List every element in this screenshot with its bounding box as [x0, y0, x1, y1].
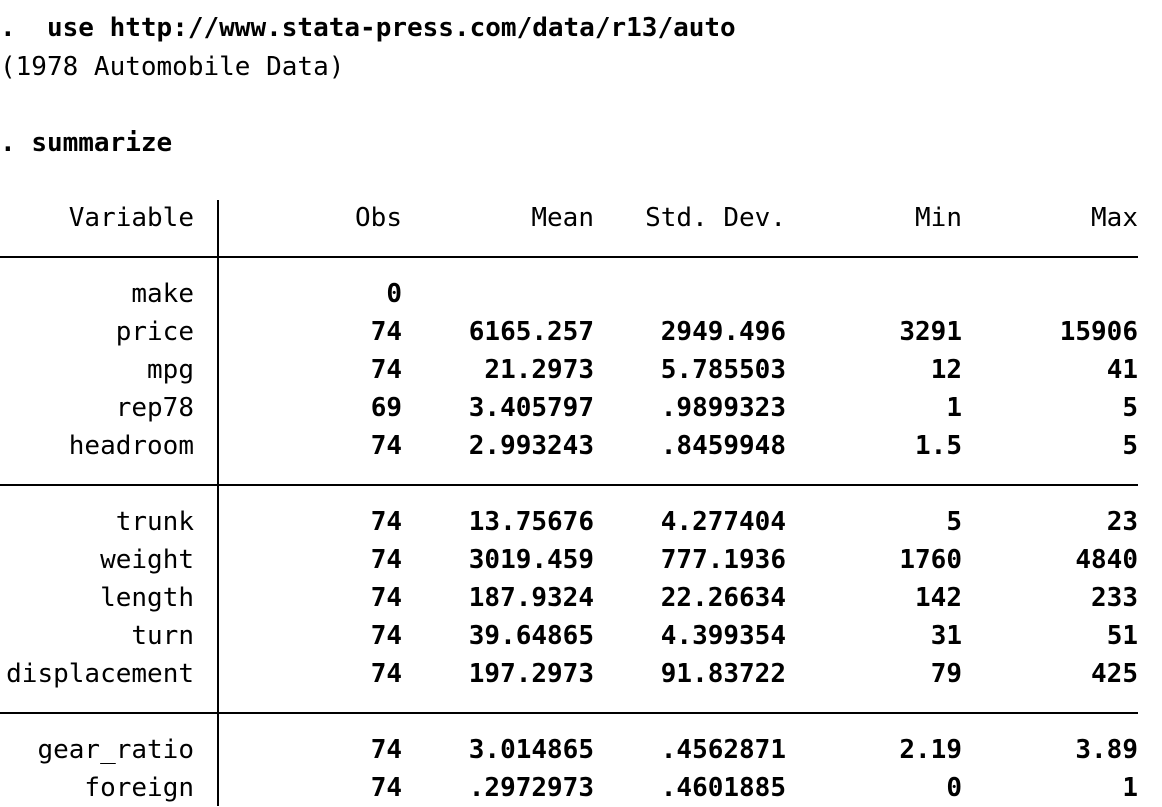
cell-min: 1760: [899, 545, 962, 575]
cell-mean: 2.993243: [468, 431, 594, 461]
command-prompt: .: [0, 13, 16, 43]
cell-obs: 74: [370, 507, 402, 537]
cell-variable: price: [115, 317, 194, 347]
cell-max: 233: [1091, 583, 1138, 613]
column-divider: [217, 200, 219, 806]
header-obs: Obs: [355, 203, 402, 233]
cell-mean: 187.9324: [468, 583, 594, 613]
cell-variable: make: [131, 279, 194, 309]
cell-obs: 74: [370, 621, 402, 651]
command-text: summarize: [31, 128, 173, 158]
group-rule: [0, 484, 1138, 486]
cell-min: 2.19: [899, 735, 962, 765]
cell-min: 142: [915, 583, 962, 613]
cell-mean: 3.405797: [468, 393, 594, 423]
header-min: Min: [915, 203, 962, 233]
cell-std-dev: 777.1936: [660, 545, 786, 575]
cell-variable: headroom: [68, 431, 194, 461]
cell-std-dev: 91.83722: [660, 659, 786, 689]
header-rule: [0, 256, 1138, 258]
cell-obs: 74: [370, 545, 402, 575]
header-max: Max: [1091, 203, 1138, 233]
cell-variable: trunk: [115, 507, 194, 537]
cell-mean: 21.2973: [484, 355, 594, 385]
command-text: use http://www.stata-press.com/data/r13/…: [46, 13, 736, 43]
cell-obs: 74: [370, 735, 402, 765]
cell-variable: length: [100, 583, 194, 613]
command-output: (1978 Automobile Data): [0, 52, 345, 82]
cell-obs: 74: [370, 583, 402, 613]
cell-max: 1: [1122, 773, 1138, 803]
cell-variable: displacement: [6, 659, 194, 689]
cell-mean: 6165.257: [468, 317, 594, 347]
cell-variable: mpg: [147, 355, 194, 385]
cell-std-dev: .4562871: [660, 735, 786, 765]
cell-max: 15906: [1059, 317, 1138, 347]
cell-mean: 3.014865: [468, 735, 594, 765]
cell-obs: 69: [370, 393, 402, 423]
cell-min: 79: [930, 659, 962, 689]
cell-min: 5: [946, 507, 962, 537]
cell-min: 0: [946, 773, 962, 803]
command-line-use: . use http://www.stata-press.com/data/r1…: [0, 9, 736, 47]
cell-obs: 0: [386, 279, 402, 309]
cell-obs: 74: [370, 317, 402, 347]
cell-max: 5: [1122, 431, 1138, 461]
cell-obs: 74: [370, 659, 402, 689]
cell-variable: foreign: [84, 773, 194, 803]
cell-min: 1.5: [915, 431, 962, 461]
cell-std-dev: .4601885: [660, 773, 786, 803]
cell-max: 51: [1106, 621, 1138, 651]
cell-mean: 39.64865: [468, 621, 594, 651]
header-std-dev: Std. Dev.: [645, 203, 786, 233]
cell-mean: 3019.459: [468, 545, 594, 575]
command-line-summarize: . summarize: [0, 124, 172, 162]
cell-min: 12: [930, 355, 962, 385]
header-variable: Variable: [68, 203, 194, 233]
cell-variable: gear_ratio: [37, 735, 194, 765]
cell-std-dev: 5.785503: [660, 355, 786, 385]
cell-max: 23: [1106, 507, 1138, 537]
cell-max: 4840: [1075, 545, 1138, 575]
header-mean: Mean: [531, 203, 594, 233]
cell-std-dev: 4.277404: [660, 507, 786, 537]
cell-variable: rep78: [115, 393, 194, 423]
cell-obs: 74: [370, 431, 402, 461]
cell-std-dev: 4.399354: [660, 621, 786, 651]
cell-std-dev: .9899323: [660, 393, 786, 423]
cell-obs: 74: [370, 355, 402, 385]
cell-mean: 13.75676: [468, 507, 594, 537]
command-prompt: .: [0, 128, 16, 158]
cell-max: 41: [1106, 355, 1138, 385]
cell-variable: turn: [131, 621, 194, 651]
cell-min: 3291: [899, 317, 962, 347]
cell-variable: weight: [100, 545, 194, 575]
cell-mean: .2972973: [468, 773, 594, 803]
cell-min: 31: [930, 621, 962, 651]
cell-max: 425: [1091, 659, 1138, 689]
group-rule: [0, 712, 1138, 714]
cell-min: 1: [946, 393, 962, 423]
cell-obs: 74: [370, 773, 402, 803]
cell-max: 3.89: [1075, 735, 1138, 765]
cell-max: 5: [1122, 393, 1138, 423]
cell-mean: 197.2973: [468, 659, 594, 689]
cell-std-dev: .8459948: [660, 431, 786, 461]
cell-std-dev: 22.26634: [660, 583, 786, 613]
cell-std-dev: 2949.496: [660, 317, 786, 347]
